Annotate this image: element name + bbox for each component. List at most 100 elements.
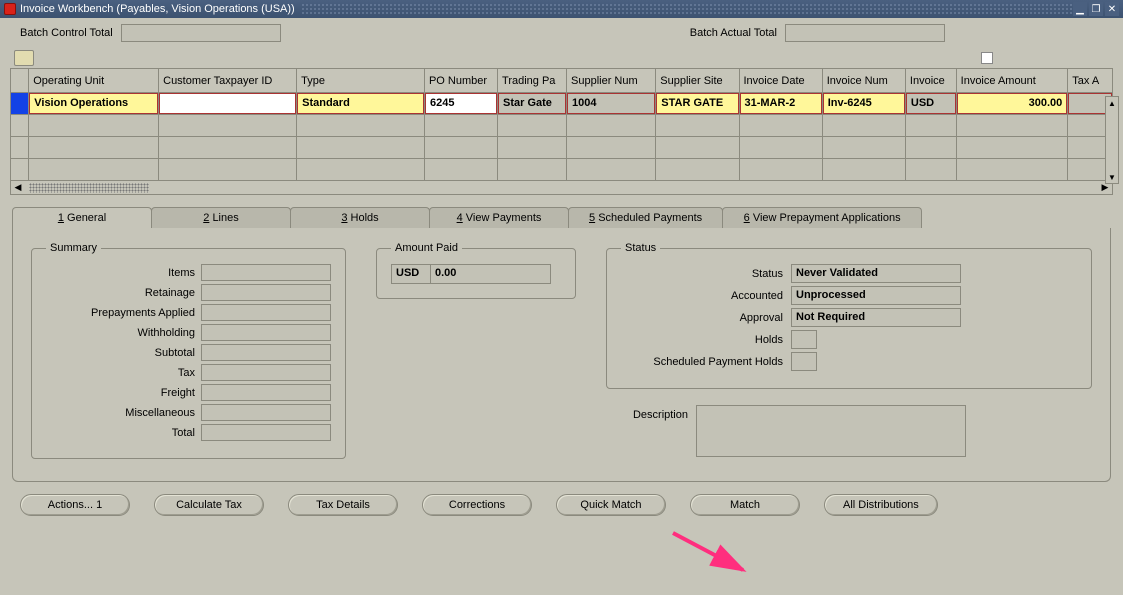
cell-supplier-num[interactable]: 1004 xyxy=(567,93,655,114)
cell-type[interactable]: Standard xyxy=(297,93,424,114)
oracle-icon xyxy=(4,3,16,15)
col-po-number[interactable]: PO Number xyxy=(424,69,497,93)
close-button[interactable]: ✕ xyxy=(1105,2,1119,16)
col-supplier-num[interactable]: Supplier Num xyxy=(567,69,656,93)
status-legend: Status xyxy=(621,242,660,254)
scroll-down-icon[interactable]: ▼ xyxy=(1106,171,1118,183)
titlebar-texture xyxy=(301,3,1073,15)
col-tax-amt[interactable]: Tax A xyxy=(1068,69,1113,93)
status-group: Status StatusNever Validated AccountedUn… xyxy=(606,242,1092,389)
col-invoice-amt[interactable]: Invoice Amount xyxy=(956,69,1068,93)
subtotal-field[interactable] xyxy=(201,344,331,361)
batch-control-field[interactable] xyxy=(121,24,281,42)
grid-checkbox[interactable] xyxy=(981,52,993,64)
description-row: Description xyxy=(606,405,1092,457)
match-button[interactable]: Match xyxy=(690,494,800,516)
action-buttons: Actions... 1 Calculate Tax Tax Details C… xyxy=(0,482,1123,530)
amount-value: 0.00 xyxy=(431,264,551,284)
freight-label: Freight xyxy=(46,387,201,399)
sph-field[interactable] xyxy=(791,352,817,371)
batch-totals-row: Batch Control Total Batch Actual Total xyxy=(0,18,1123,48)
cell-trading[interactable]: Star Gate xyxy=(498,93,566,114)
scroll-left-icon[interactable]: ◀ xyxy=(11,182,25,194)
col-type[interactable]: Type xyxy=(297,69,425,93)
corrections-button[interactable]: Corrections xyxy=(422,494,532,516)
tab-panel-general: Summary Items Retainage Prepayments Appl… xyxy=(12,228,1111,482)
batch-actual-field[interactable] xyxy=(785,24,945,42)
actions-button[interactable]: Actions... 1 xyxy=(20,494,130,516)
grid-row-1[interactable]: Vision Operations Standard 6245 Star Gat… xyxy=(11,93,1113,115)
cell-invoice-date[interactable]: 31-MAR-2 xyxy=(740,93,822,114)
tabs: 1 General 2 Lines 3 Holds 4 View Payment… xyxy=(12,207,1111,228)
approval-label: Approval xyxy=(621,312,791,324)
cell-invoice-num[interactable]: Inv-6245 xyxy=(823,93,905,114)
grid-row-empty[interactable] xyxy=(11,137,1113,159)
prepayments-field[interactable] xyxy=(201,304,331,321)
status-field: Never Validated xyxy=(791,264,961,283)
restore-button[interactable]: ❐ xyxy=(1089,2,1103,16)
col-trading[interactable]: Trading Pa xyxy=(498,69,567,93)
tab-holds[interactable]: 3 Holds xyxy=(290,207,430,228)
grid-hscroll[interactable]: ◀ ▶ xyxy=(10,181,1113,195)
subtotal-label: Subtotal xyxy=(46,347,201,359)
cell-po-number[interactable]: 6245 xyxy=(425,93,497,114)
grid-vscroll[interactable]: ▲ ▼ xyxy=(1105,96,1119,184)
folder-icon[interactable] xyxy=(14,50,34,66)
items-field[interactable] xyxy=(201,264,331,281)
tab-scheduled-payments[interactable]: 5 Scheduled Payments xyxy=(568,207,723,228)
invoice-grid: Operating Unit Customer Taxpayer ID Type… xyxy=(10,68,1113,195)
misc-field[interactable] xyxy=(201,404,331,421)
misc-label: Miscellaneous xyxy=(46,407,201,419)
col-invoice-num[interactable]: Invoice Num xyxy=(822,69,905,93)
summary-group: Summary Items Retainage Prepayments Appl… xyxy=(31,242,346,459)
cell-supplier-site[interactable]: STAR GATE xyxy=(656,93,738,114)
withholding-label: Withholding xyxy=(46,327,201,339)
accounted-field: Unprocessed xyxy=(791,286,961,305)
col-operating-unit[interactable]: Operating Unit xyxy=(29,69,159,93)
tax-label: Tax xyxy=(46,367,201,379)
col-taxpayer-id[interactable]: Customer Taxpayer ID xyxy=(159,69,297,93)
grid-row-empty[interactable] xyxy=(11,159,1113,181)
minimize-button[interactable]: ▁ xyxy=(1073,2,1087,16)
batch-control-label: Batch Control Total xyxy=(20,27,113,39)
calculate-tax-button[interactable]: Calculate Tax xyxy=(154,494,264,516)
tax-field[interactable] xyxy=(201,364,331,381)
tab-view-payments[interactable]: 4 View Payments xyxy=(429,207,569,228)
tab-general[interactable]: 1 General xyxy=(12,207,152,228)
tab-prepayment-apps[interactable]: 6 View Prepayment Applications xyxy=(722,207,922,228)
annotation-arrow-icon xyxy=(668,528,768,588)
amount-currency: USD xyxy=(391,264,431,284)
col-invoice-curr[interactable]: Invoice xyxy=(905,69,956,93)
tab-lines[interactable]: 2 Lines xyxy=(151,207,291,228)
grid-header-row: Operating Unit Customer Taxpayer ID Type… xyxy=(11,69,1113,93)
prepayments-label: Prepayments Applied xyxy=(46,307,201,319)
description-field[interactable] xyxy=(696,405,966,457)
col-supplier-site[interactable]: Supplier Site xyxy=(656,69,739,93)
col-invoice-date[interactable]: Invoice Date xyxy=(739,69,822,93)
scroll-up-icon[interactable]: ▲ xyxy=(1106,97,1118,109)
freight-field[interactable] xyxy=(201,384,331,401)
cell-invoice-amount[interactable]: 300.00 xyxy=(957,93,1068,114)
holds-field[interactable] xyxy=(791,330,817,349)
titlebar: Invoice Workbench (Payables, Vision Oper… xyxy=(0,0,1123,18)
batch-actual-label: Batch Actual Total xyxy=(690,27,777,39)
status-label: Status xyxy=(621,268,791,280)
all-distributions-button[interactable]: All Distributions xyxy=(824,494,938,516)
retainage-field[interactable] xyxy=(201,284,331,301)
summary-legend: Summary xyxy=(46,242,101,254)
total-field[interactable] xyxy=(201,424,331,441)
window-title: Invoice Workbench (Payables, Vision Oper… xyxy=(20,3,295,15)
quick-match-button[interactable]: Quick Match xyxy=(556,494,666,516)
cell-operating-unit[interactable]: Vision Operations xyxy=(29,93,158,114)
grid-row-empty[interactable] xyxy=(11,115,1113,137)
amount-paid-group: Amount Paid USD 0.00 xyxy=(376,242,576,299)
scroll-thumb[interactable] xyxy=(29,183,149,193)
withholding-field[interactable] xyxy=(201,324,331,341)
tax-details-button[interactable]: Tax Details xyxy=(288,494,398,516)
accounted-label: Accounted xyxy=(621,290,791,302)
invoice-workbench-window: Invoice Workbench (Payables, Vision Oper… xyxy=(0,0,1123,595)
cell-taxpayer-id[interactable] xyxy=(159,93,296,114)
sph-label: Scheduled Payment Holds xyxy=(621,356,791,368)
cell-invoice-curr[interactable]: USD xyxy=(906,93,956,114)
row-marker[interactable] xyxy=(11,93,29,115)
